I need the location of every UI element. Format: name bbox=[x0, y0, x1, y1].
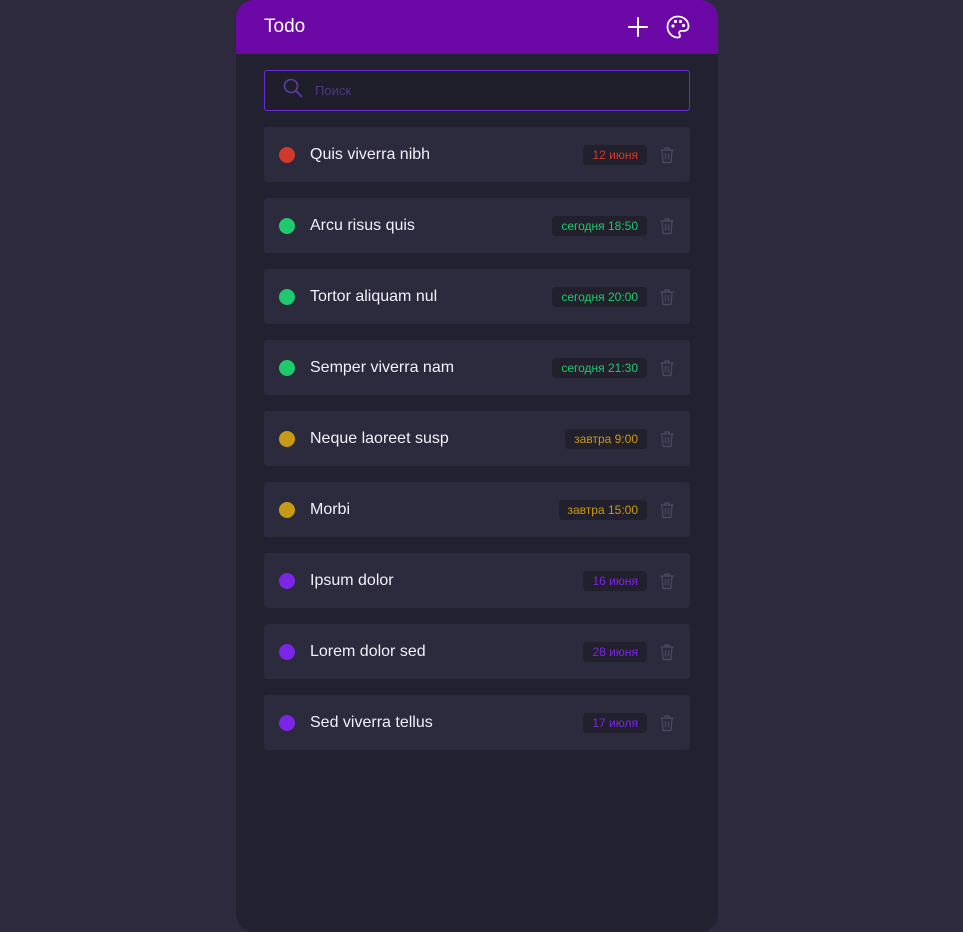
due-date-badge: завтра 9:00 bbox=[565, 428, 647, 449]
due-date-badge: сегодня 18:50 bbox=[552, 215, 647, 236]
todo-title: Semper viverra nam bbox=[310, 358, 455, 376]
priority-dot[interactable] bbox=[279, 288, 295, 305]
trash-icon[interactable] bbox=[659, 359, 675, 377]
todo-item[interactable]: Morbi завтра 15:00 bbox=[264, 482, 690, 537]
trash-icon[interactable] bbox=[659, 572, 675, 590]
priority-dot[interactable] bbox=[279, 359, 295, 376]
palette-icon[interactable] bbox=[665, 14, 691, 40]
priority-dot[interactable] bbox=[279, 572, 295, 589]
due-date-badge: 17 июля bbox=[583, 712, 647, 733]
plus-icon[interactable] bbox=[627, 16, 649, 38]
due-date-badge: 16 июня bbox=[583, 570, 647, 591]
todo-item[interactable]: Arcu risus quis сегодня 18:50 bbox=[264, 198, 690, 253]
todo-title: Arcu risus quis bbox=[310, 216, 415, 234]
priority-dot[interactable] bbox=[279, 501, 295, 518]
priority-dot[interactable] bbox=[279, 146, 295, 163]
todo-title: Neque laoreet susp bbox=[310, 429, 449, 447]
trash-icon[interactable] bbox=[659, 714, 675, 732]
search-icon bbox=[283, 78, 303, 103]
priority-dot[interactable] bbox=[279, 714, 295, 731]
todo-title: Lorem dolor sed bbox=[310, 642, 426, 660]
due-date-badge: 28 июня bbox=[583, 641, 647, 662]
trash-icon[interactable] bbox=[659, 217, 675, 235]
trash-icon[interactable] bbox=[659, 430, 675, 448]
todo-item[interactable]: Ipsum dolor 16 июня bbox=[264, 553, 690, 608]
todo-item[interactable]: Semper viverra nam сегодня 21:30 bbox=[264, 340, 690, 395]
todo-item[interactable]: Quis viverra nibh 12 июня bbox=[264, 127, 690, 182]
search-box bbox=[264, 70, 690, 111]
due-date-badge: завтра 15:00 bbox=[558, 499, 647, 520]
todo-app: Todo Поиск Quis viverra nibh 12 июня Arc… bbox=[236, 0, 718, 932]
due-date-badge: 12 июня bbox=[583, 144, 647, 165]
trash-icon[interactable] bbox=[659, 146, 675, 164]
todo-title: Morbi bbox=[310, 500, 351, 518]
app-header: Todo bbox=[236, 0, 718, 54]
todo-item[interactable]: Lorem dolor sed 28 июня bbox=[264, 624, 690, 679]
due-date-badge: сегодня 21:30 bbox=[552, 357, 647, 378]
search-input[interactable] bbox=[313, 82, 689, 99]
trash-icon[interactable] bbox=[659, 501, 675, 519]
todo-list: Quis viverra nibh 12 июня Arcu risus quis с… bbox=[264, 127, 690, 750]
todo-title: Ipsum dolor bbox=[310, 571, 394, 589]
app-title: Todo bbox=[264, 16, 306, 37]
todo-title: Quis viverra nibh bbox=[310, 145, 431, 163]
priority-dot[interactable] bbox=[279, 217, 295, 234]
header-actions bbox=[627, 14, 691, 40]
todo-item[interactable]: Sed viverra tellus 17 июля bbox=[264, 695, 690, 750]
todo-title: Tortor aliquam nul bbox=[310, 287, 438, 305]
priority-dot[interactable] bbox=[279, 430, 295, 447]
priority-dot[interactable] bbox=[279, 643, 295, 660]
due-date-badge: сегодня 20:00 bbox=[552, 286, 647, 307]
trash-icon[interactable] bbox=[659, 643, 675, 661]
todo-item[interactable]: Tortor aliquam nul сегодня 20:00 bbox=[264, 269, 690, 324]
trash-icon[interactable] bbox=[659, 288, 675, 306]
todo-item[interactable]: Neque laoreet susp завтра 9:00 bbox=[264, 411, 690, 466]
todo-title: Sed viverra tellus bbox=[310, 713, 433, 731]
